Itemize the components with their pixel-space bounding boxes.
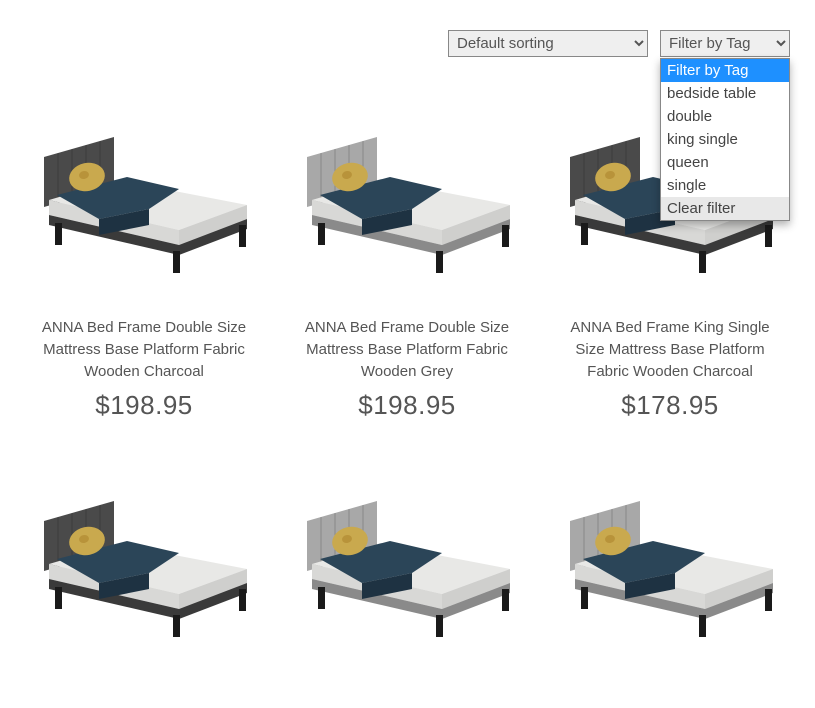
product-title: ANNA Bed Frame Double Size Mattress Base… bbox=[292, 317, 522, 382]
tag-filter-option[interactable]: Filter by Tag bbox=[661, 59, 789, 82]
filter-controls: Default sorting Filter by Tag bbox=[25, 30, 790, 57]
product-price: $198.95 bbox=[288, 390, 526, 421]
product-card[interactable]: ANNA Bed Frame Double Size Mattress Base… bbox=[288, 87, 526, 421]
product-card[interactable] bbox=[288, 451, 526, 671]
product-image bbox=[25, 87, 263, 307]
tag-filter-option[interactable]: single bbox=[661, 174, 789, 197]
tag-filter-option[interactable]: queen bbox=[661, 151, 789, 174]
tag-filter-option[interactable]: double bbox=[661, 105, 789, 128]
product-image bbox=[25, 451, 263, 671]
product-card[interactable] bbox=[551, 451, 789, 671]
product-price: $198.95 bbox=[25, 390, 263, 421]
product-image bbox=[288, 87, 526, 307]
tag-filter-option[interactable]: king single bbox=[661, 128, 789, 151]
product-card[interactable] bbox=[25, 451, 263, 671]
product-title: ANNA Bed Frame Double Size Mattress Base… bbox=[29, 317, 259, 382]
tag-filter-option[interactable]: Clear filter bbox=[661, 197, 789, 220]
product-image bbox=[288, 451, 526, 671]
sort-select[interactable]: Default sorting bbox=[448, 30, 648, 57]
tag-filter-dropdown[interactable]: Filter by Tagbedside tabledoubleking sin… bbox=[660, 58, 790, 221]
tag-filter-select[interactable]: Filter by Tag bbox=[660, 30, 790, 57]
product-title: ANNA Bed Frame King Single Size Mattress… bbox=[555, 317, 785, 382]
product-card[interactable]: ANNA Bed Frame Double Size Mattress Base… bbox=[25, 87, 263, 421]
product-price: $178.95 bbox=[551, 390, 789, 421]
tag-filter-option[interactable]: bedside table bbox=[661, 82, 789, 105]
product-image bbox=[551, 451, 789, 671]
